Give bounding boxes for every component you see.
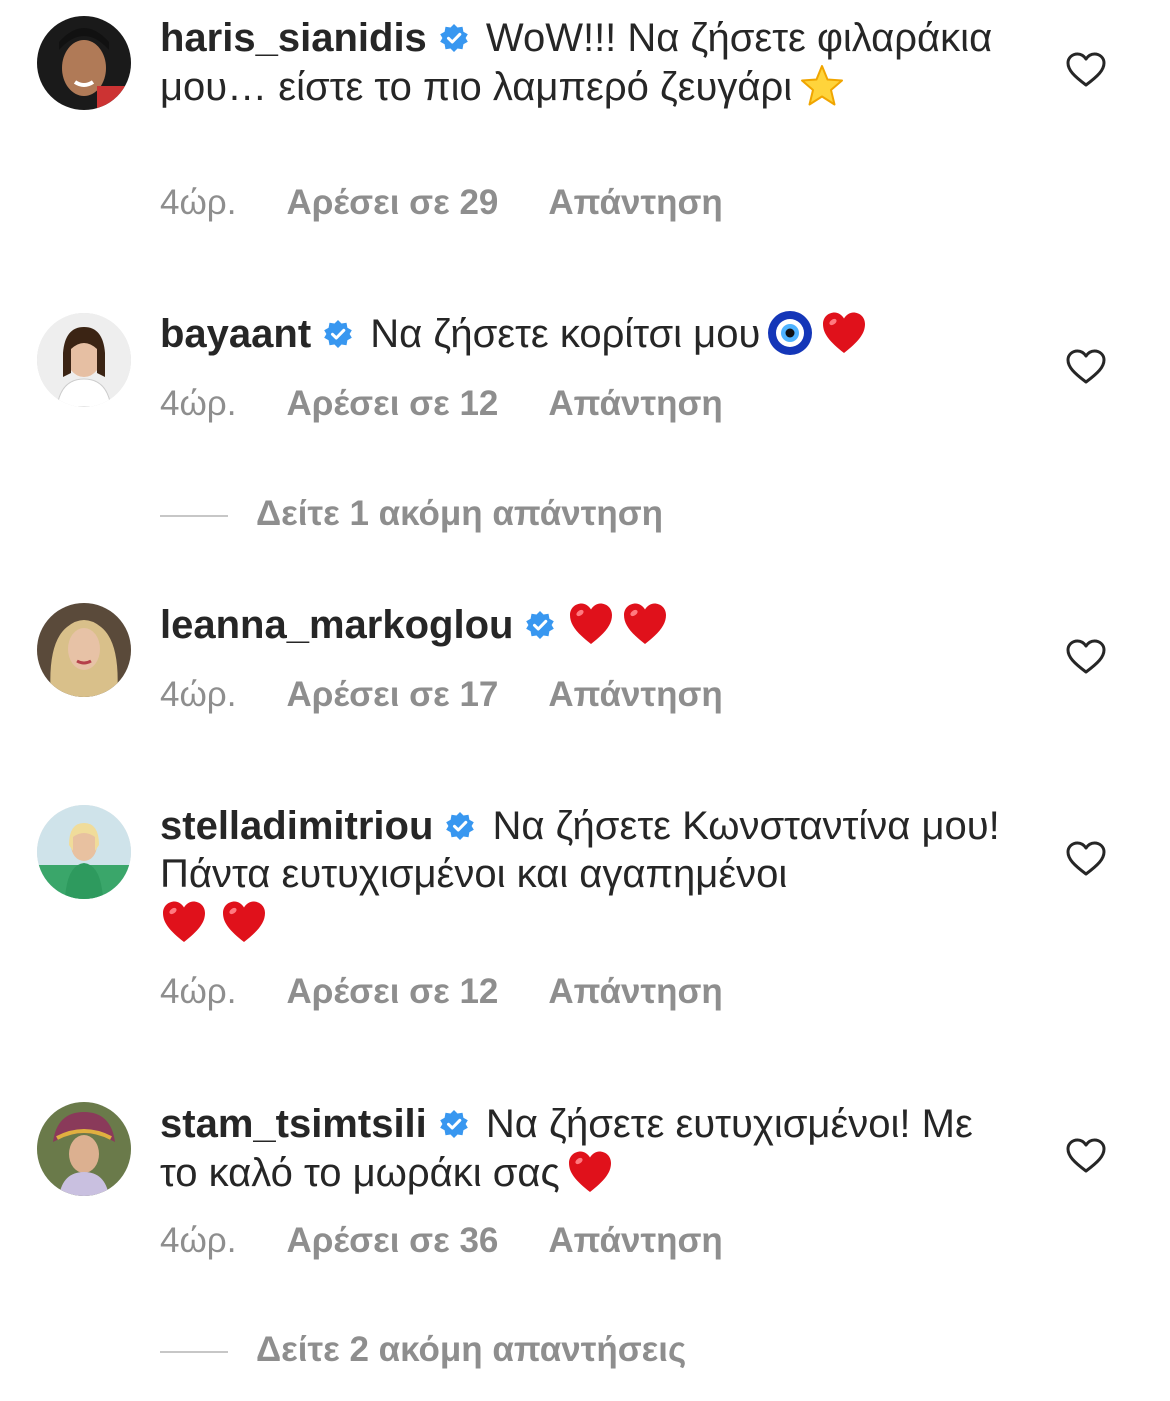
comment-body: stelladimitriou Να ζήσετε Κωνσταντίνα μο… bbox=[160, 802, 1010, 947]
comment-meta: 4ώρ. Αρέσει σε 12 Απάντηση bbox=[160, 972, 723, 1012]
replies-divider bbox=[160, 1350, 228, 1353]
comment-meta: 4ώρ. Αρέσει σε 17 Απάντηση bbox=[160, 675, 723, 715]
reply-button[interactable]: Απάντηση bbox=[548, 183, 722, 222]
avatar[interactable] bbox=[37, 603, 131, 697]
red-heart-icon bbox=[160, 898, 208, 946]
view-more-replies-label: Δείτε 2 ακόμη απαντήσεις bbox=[256, 1330, 687, 1369]
comment-username[interactable]: leanna_markoglou bbox=[160, 603, 513, 647]
like-heart-icon[interactable] bbox=[1066, 1138, 1106, 1174]
verified-badge-icon bbox=[525, 610, 555, 640]
red-heart-icon bbox=[566, 1148, 614, 1196]
view-more-replies-label: Δείτε 1 ακόμη απάντηση bbox=[256, 494, 664, 533]
comment-timestamp: 4ώρ. bbox=[160, 972, 237, 1011]
like-heart-icon[interactable] bbox=[1066, 349, 1106, 385]
reply-button[interactable]: Απάντηση bbox=[548, 972, 722, 1011]
avatar[interactable] bbox=[37, 805, 131, 899]
reply-button[interactable]: Απάντηση bbox=[548, 1221, 722, 1260]
view-more-replies-button[interactable]: Δείτε 2 ακόμη απαντήσεις bbox=[160, 1330, 686, 1370]
like-heart-icon[interactable] bbox=[1066, 639, 1106, 675]
avatar[interactable] bbox=[37, 16, 131, 110]
comment-meta: 4ώρ. Αρέσει σε 12 Απάντηση bbox=[160, 384, 723, 424]
comment-username[interactable]: bayaant bbox=[160, 312, 311, 356]
avatar[interactable] bbox=[37, 313, 131, 407]
avatar[interactable] bbox=[37, 1102, 131, 1196]
likes-count-link[interactable]: Αρέσει σε 36 bbox=[286, 1221, 498, 1260]
comment-timestamp: 4ώρ. bbox=[160, 1221, 237, 1260]
verified-badge-icon bbox=[439, 1109, 469, 1139]
star-emoji-icon bbox=[798, 62, 846, 110]
comment-body: stam_tsimtsili Να ζήσετε ευτυχισμένοι! Μ… bbox=[160, 1100, 1010, 1197]
comment-meta: 4ώρ. Αρέσει σε 29 Απάντηση bbox=[160, 183, 723, 223]
reply-button[interactable]: Απάντηση bbox=[548, 675, 722, 714]
red-heart-icon bbox=[220, 898, 268, 946]
verified-badge-icon bbox=[439, 23, 469, 53]
like-heart-icon[interactable] bbox=[1066, 841, 1106, 877]
comment-timestamp: 4ώρ. bbox=[160, 384, 237, 423]
likes-count-link[interactable]: Αρέσει σε 29 bbox=[286, 183, 498, 222]
comment-body: leanna_markoglou bbox=[160, 600, 1010, 649]
replies-divider bbox=[160, 514, 228, 517]
comment-body: bayaant Να ζήσετε κορίτσι μου bbox=[160, 309, 1010, 358]
red-heart-icon bbox=[567, 600, 615, 648]
likes-count-link[interactable]: Αρέσει σε 12 bbox=[286, 972, 498, 1011]
comment-text: Να ζήσετε κορίτσι μου bbox=[370, 312, 761, 356]
like-heart-icon[interactable] bbox=[1066, 52, 1106, 88]
comment-username[interactable]: haris_sianidis bbox=[160, 16, 427, 60]
comment-meta: 4ώρ. Αρέσει σε 36 Απάντηση bbox=[160, 1221, 723, 1261]
verified-badge-icon bbox=[323, 319, 353, 349]
verified-badge-icon bbox=[445, 811, 475, 841]
nazar-amulet-icon bbox=[766, 309, 814, 357]
red-heart-icon bbox=[621, 600, 669, 648]
view-more-replies-button[interactable]: Δείτε 1 ακόμη απάντηση bbox=[160, 494, 663, 534]
comment-username[interactable]: stam_tsimtsili bbox=[160, 1102, 427, 1146]
comment-username[interactable]: stelladimitriou bbox=[160, 804, 433, 848]
reply-button[interactable]: Απάντηση bbox=[548, 384, 722, 423]
comment-timestamp: 4ώρ. bbox=[160, 675, 237, 714]
likes-count-link[interactable]: Αρέσει σε 12 bbox=[286, 384, 498, 423]
red-heart-icon bbox=[820, 309, 868, 357]
comment-body: haris_sianidis WoW!!! Να ζήσετε φιλαράκι… bbox=[160, 14, 1010, 111]
likes-count-link[interactable]: Αρέσει σε 17 bbox=[286, 675, 498, 714]
comment-timestamp: 4ώρ. bbox=[160, 183, 237, 222]
